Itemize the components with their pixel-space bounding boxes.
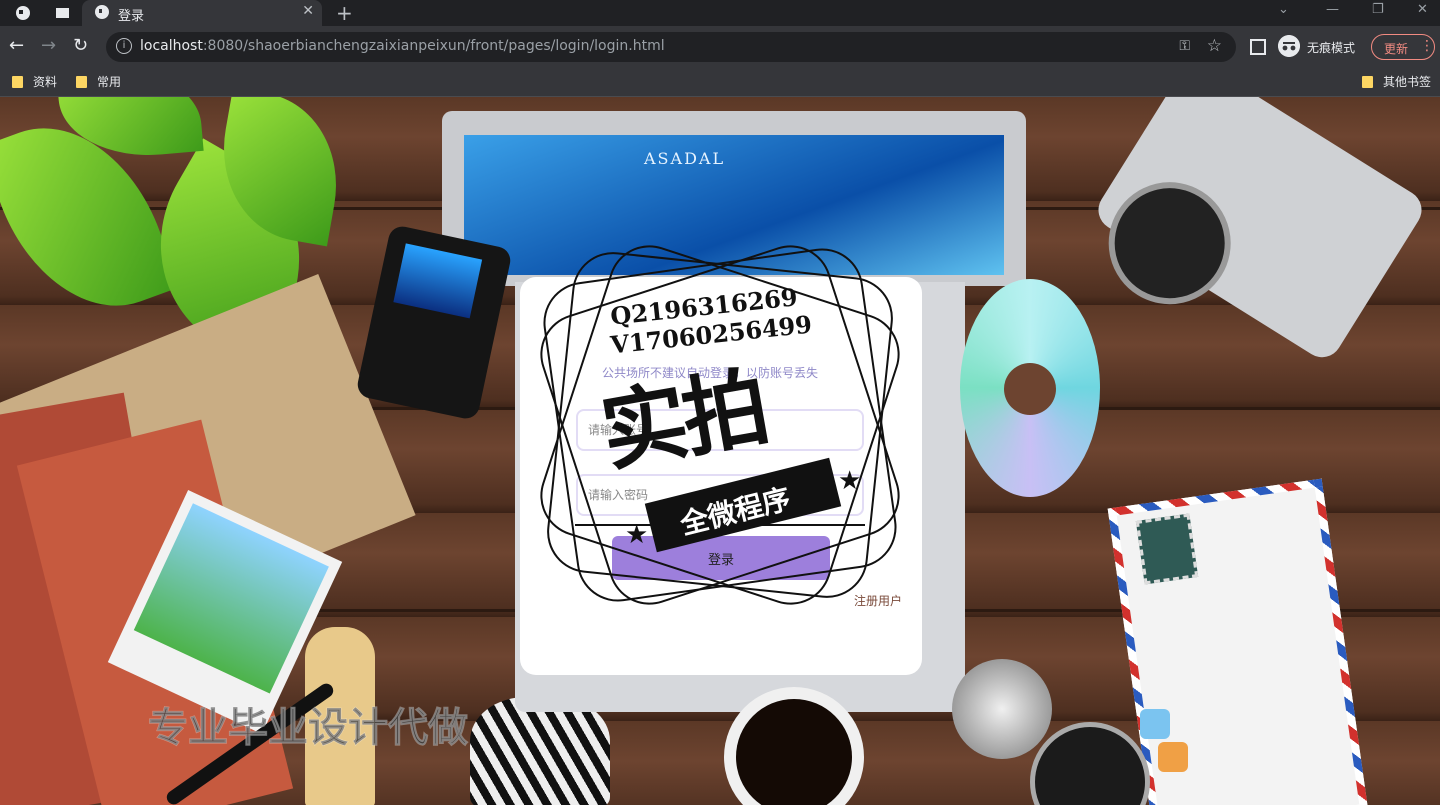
dice-icon xyxy=(1140,709,1170,739)
laptop-image: ASADAL xyxy=(442,111,1026,286)
bottom-watermark: 专业毕业设计代做 xyxy=(148,705,469,752)
key-icon[interactable]: ⚿ xyxy=(1179,38,1190,54)
compass-image xyxy=(1030,722,1150,805)
bookmark-folder-1[interactable]: 常用 xyxy=(76,73,121,90)
folder-icon xyxy=(76,76,87,88)
star-icon: ★ xyxy=(625,520,649,550)
cd-image xyxy=(960,279,1100,497)
back-arrow-icon[interactable]: ← xyxy=(9,35,24,56)
star-icon: ★ xyxy=(838,466,862,496)
tab-title: 登录 xyxy=(118,9,145,24)
tab-login[interactable]: 登录 ✕ xyxy=(82,0,322,26)
update-button[interactable]: 更新 ⋮ xyxy=(1371,34,1435,60)
register-link[interactable]: 注册用户 xyxy=(854,592,902,609)
dice-icon xyxy=(1158,742,1188,772)
bookmarks-bar: 资料 常用 其他书签 xyxy=(0,68,1440,97)
side-panel-icon[interactable] xyxy=(1250,39,1266,55)
restore-button[interactable]: ❐ xyxy=(1372,2,1384,17)
reload-icon[interactable]: ↻ xyxy=(73,35,88,56)
close-icon[interactable]: ✕ xyxy=(302,3,314,19)
folder-icon xyxy=(1362,76,1373,88)
chevron-down-icon[interactable]: ⌄ xyxy=(1278,2,1289,17)
globe-icon[interactable] xyxy=(13,3,33,23)
forward-arrow-icon[interactable]: → xyxy=(41,35,56,56)
incognito-label: 无痕模式 xyxy=(1307,41,1356,55)
minimize-button[interactable]: — xyxy=(1326,2,1339,17)
close-window-button[interactable]: ✕ xyxy=(1417,2,1428,17)
other-bookmarks[interactable]: 其他书签 xyxy=(1362,73,1431,90)
address-bar[interactable]: i localhost:8080/shaoerbianchengzaixianp… xyxy=(106,32,1236,62)
info-icon[interactable]: i xyxy=(116,38,132,54)
laptop-brand: ASADAL xyxy=(644,149,726,168)
zebra-toy-image xyxy=(470,697,610,805)
tab-strip: 登录 ✕ + ⌄ — ❐ ✕ xyxy=(0,0,1440,26)
phone-image xyxy=(355,224,513,421)
browser-toolbar: ← → ↻ i localhost:8080/shaoerbianchengza… xyxy=(0,26,1440,68)
update-label: 更新 xyxy=(1384,42,1409,56)
camera-image xyxy=(1085,97,1430,365)
star-icon[interactable]: ☆ xyxy=(1207,36,1222,56)
menu-dots-icon: ⋮ xyxy=(1420,38,1434,54)
pocket-watch-image xyxy=(952,659,1052,759)
bookmark-folder-0[interactable]: 资料 xyxy=(12,73,57,90)
tab-search-icon[interactable] xyxy=(52,3,72,23)
globe-icon xyxy=(95,5,109,19)
folder-icon xyxy=(12,76,23,88)
postage-stamp-image xyxy=(1135,513,1199,585)
incognito-icon[interactable] xyxy=(1278,35,1300,57)
new-tab-button[interactable]: + xyxy=(336,1,353,25)
url-text[interactable]: localhost:8080/shaoerbianchengzaixianpei… xyxy=(140,38,665,54)
